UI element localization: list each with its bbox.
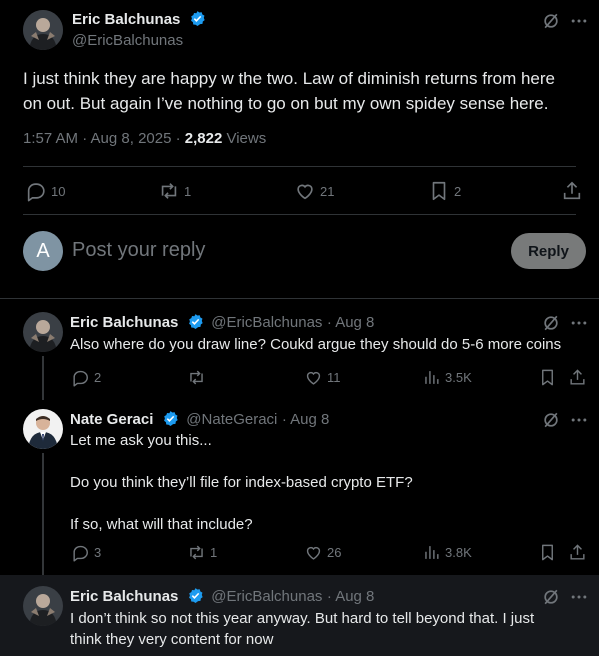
author-avatar[interactable]: [23, 409, 63, 449]
author-handle[interactable]: @EricBalchunas: [211, 588, 322, 605]
post-date[interactable]: · Aug 8: [327, 588, 375, 605]
thread-line: [42, 453, 44, 583]
bookmark-action[interactable]: 2: [428, 180, 461, 202]
verified-badge-icon: [162, 410, 179, 432]
more-icon[interactable]: [569, 410, 589, 435]
reply-icon: [71, 543, 90, 562]
like-action[interactable]: 26: [304, 543, 341, 562]
share-icon: [568, 543, 587, 562]
reply-icon: [25, 180, 47, 202]
divider: [23, 214, 576, 215]
post-text-line: If so, what will that include?: [70, 516, 253, 533]
more-icon[interactable]: [569, 11, 589, 36]
like-count: 21: [320, 183, 335, 199]
views-count: 3.5K: [445, 370, 472, 385]
post-meta: 1:57 AM · Aug 8, 2025 · 2,822 Views: [23, 130, 266, 147]
repost-icon: [187, 368, 206, 387]
repost-action[interactable]: 1: [158, 180, 191, 202]
like-icon: [294, 180, 316, 202]
verified-badge-icon: [189, 10, 206, 32]
views-count: 2,822: [184, 130, 223, 147]
share-action[interactable]: [568, 543, 587, 562]
like-count: 26: [327, 545, 342, 560]
bookmark-count: 2: [454, 183, 462, 199]
reply-input[interactable]: Post your reply: [72, 239, 205, 262]
repost-action[interactable]: 1: [187, 543, 217, 562]
author-name[interactable]: Nate Geraci: [70, 411, 153, 428]
author-name[interactable]: Eric Balchunas: [70, 314, 178, 331]
post-text: Let me ask you this... Do you think they…: [70, 430, 413, 535]
thread-line: [42, 356, 44, 400]
post-text: Also where do you draw line? Coukd argue…: [70, 335, 561, 355]
post-text-line: think they very content for now: [70, 631, 274, 648]
post-text-line: I just think they are happy w the two. L…: [23, 69, 555, 88]
like-action[interactable]: 11: [304, 368, 341, 387]
reply-action[interactable]: 2: [71, 368, 101, 387]
grok-icon[interactable]: [541, 410, 561, 435]
like-action[interactable]: 21: [294, 180, 334, 202]
repost-count: 1: [184, 183, 192, 199]
reply-button[interactable]: Reply: [511, 233, 586, 269]
views-action[interactable]: 3.8K: [422, 543, 472, 562]
author-handle[interactable]: @EricBalchunas: [72, 32, 183, 49]
like-icon: [304, 368, 323, 387]
post-text-line: [70, 493, 413, 514]
share-action[interactable]: [561, 180, 583, 202]
like-icon: [304, 543, 323, 562]
post-text-line: [70, 451, 413, 472]
views-label: Views: [222, 130, 267, 147]
reply-count: 10: [51, 183, 66, 199]
views-icon: [422, 368, 441, 387]
grok-icon[interactable]: [541, 587, 561, 612]
verified-badge-icon: [187, 587, 204, 609]
reply-action[interactable]: 10: [25, 180, 65, 202]
author-handle[interactable]: @NateGeraci: [186, 411, 277, 428]
user-avatar[interactable]: A: [23, 231, 63, 271]
reply-post-highlighted[interactable]: Eric Balchunas @EricBalchunas · Aug 8 I …: [0, 575, 599, 656]
divider: [23, 166, 576, 167]
repost-count: 1: [210, 545, 218, 560]
grok-icon[interactable]: [541, 11, 561, 36]
post-text: I just think they are happy w the two. L…: [23, 66, 555, 116]
post-timestamp[interactable]: 1:57 AM · Aug 8, 2025 ·: [23, 130, 185, 147]
bookmark-action[interactable]: [538, 543, 557, 562]
author-avatar[interactable]: [23, 312, 63, 352]
post-text-line: I don’t think so not this year anyway. B…: [70, 610, 535, 627]
author-avatar[interactable]: [23, 10, 63, 50]
views-count: 3.8K: [445, 545, 472, 560]
reply-count: 3: [94, 545, 102, 560]
post-text-line: on out. But again I’ve nothing to go on …: [23, 94, 549, 113]
author-handle[interactable]: @EricBalchunas: [211, 314, 322, 331]
bookmark-icon: [428, 180, 450, 202]
author-avatar[interactable]: [23, 586, 63, 626]
reply-count: 2: [94, 370, 102, 385]
repost-icon: [158, 180, 180, 202]
post-date[interactable]: · Aug 8: [327, 314, 375, 331]
share-icon: [568, 368, 587, 387]
author-name[interactable]: Eric Balchunas: [72, 11, 180, 28]
bookmark-action[interactable]: [538, 368, 557, 387]
views-icon: [422, 543, 441, 562]
post-text: I don’t think so not this year anyway. B…: [70, 608, 534, 650]
share-action[interactable]: [568, 368, 587, 387]
post-text-line: Also where do you draw line? Coukd argue…: [70, 336, 562, 353]
verified-badge-icon: [187, 313, 204, 335]
bookmark-icon: [538, 543, 557, 562]
author-name[interactable]: Eric Balchunas: [70, 588, 178, 605]
like-count: 11: [327, 370, 341, 385]
post-date[interactable]: · Aug 8: [282, 411, 330, 428]
post-text-line: Do you think they’ll file for index-base…: [70, 474, 413, 491]
divider: [0, 298, 599, 299]
avatar-letter: A: [36, 239, 50, 262]
more-icon[interactable]: [569, 587, 589, 612]
reply-icon: [71, 368, 90, 387]
reply-action[interactable]: 3: [71, 543, 101, 562]
bookmark-icon: [538, 368, 557, 387]
more-icon[interactable]: [569, 313, 589, 338]
post-text-line: Let me ask you this...: [70, 432, 212, 449]
repost-action[interactable]: [187, 368, 206, 387]
share-icon: [561, 180, 583, 202]
views-action[interactable]: 3.5K: [422, 368, 472, 387]
repost-icon: [187, 543, 206, 562]
